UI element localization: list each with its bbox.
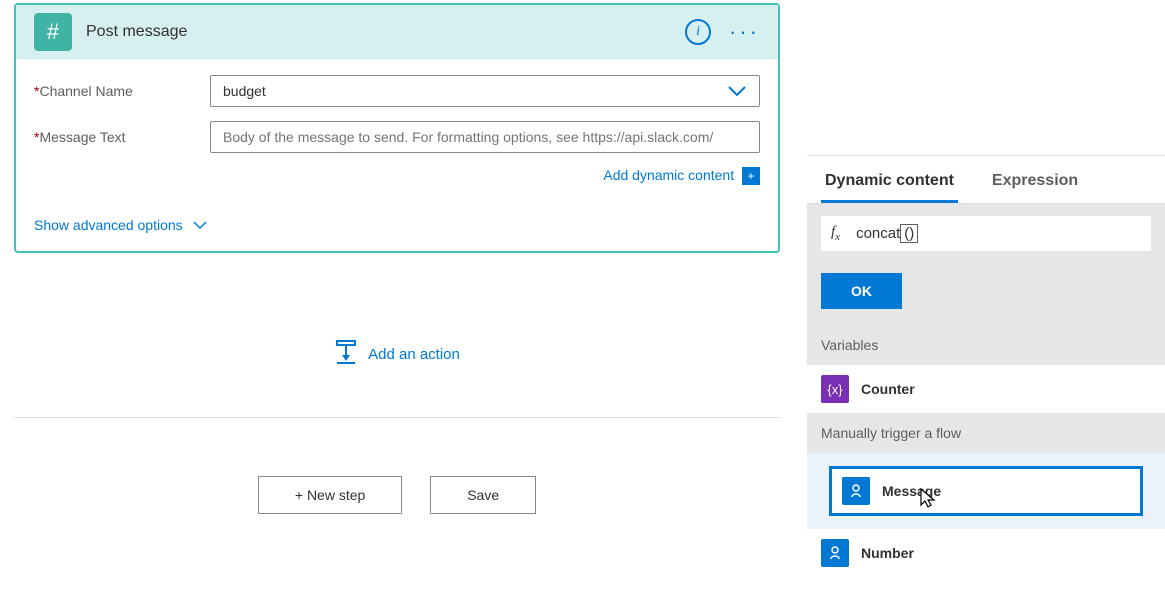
chevron-down-icon: [193, 217, 207, 233]
fx-icon: fx: [831, 224, 840, 243]
insert-step-icon: [334, 339, 358, 369]
expression-panel: Dynamic content Expression fx concat() O…: [807, 155, 1165, 577]
add-dynamic-badge-icon: +: [742, 167, 760, 185]
more-icon[interactable]: ···: [729, 27, 760, 37]
item-number[interactable]: Number: [807, 529, 1165, 577]
show-advanced-link[interactable]: Show advanced options: [34, 217, 760, 233]
channel-label: *Channel Name: [34, 83, 210, 99]
message-text-row: *Message Text: [34, 121, 760, 153]
add-dynamic-content-link[interactable]: Add dynamic content +: [603, 167, 760, 183]
item-message[interactable]: Message: [829, 466, 1143, 516]
item-counter[interactable]: {x} Counter: [807, 365, 1165, 413]
info-icon[interactable]: i: [685, 19, 711, 45]
expression-input[interactable]: fx concat(): [821, 216, 1151, 251]
slack-icon: #: [34, 13, 72, 51]
ok-button[interactable]: OK: [821, 273, 902, 309]
add-action-button[interactable]: Add an action: [334, 339, 460, 369]
post-message-card: # Post message i ··· *Channel Name budge…: [14, 3, 780, 253]
trigger-param-icon: [821, 539, 849, 567]
card-title: Post message: [86, 23, 685, 41]
new-step-button[interactable]: + New step: [258, 476, 402, 514]
card-header: # Post message i ···: [16, 5, 778, 59]
tab-expression[interactable]: Expression: [988, 166, 1082, 203]
message-input[interactable]: [210, 121, 760, 153]
chevron-down-icon: [727, 85, 747, 97]
save-button[interactable]: Save: [430, 476, 536, 514]
trigger-param-icon: [842, 477, 870, 505]
message-label: *Message Text: [34, 129, 210, 145]
channel-name-row: *Channel Name budget: [34, 75, 760, 107]
variable-icon: {x}: [821, 375, 849, 403]
channel-select[interactable]: budget: [210, 75, 760, 107]
tab-dynamic-content[interactable]: Dynamic content: [821, 166, 958, 203]
category-trigger: Manually trigger a flow: [807, 413, 1165, 453]
category-variables: Variables: [807, 325, 1165, 365]
